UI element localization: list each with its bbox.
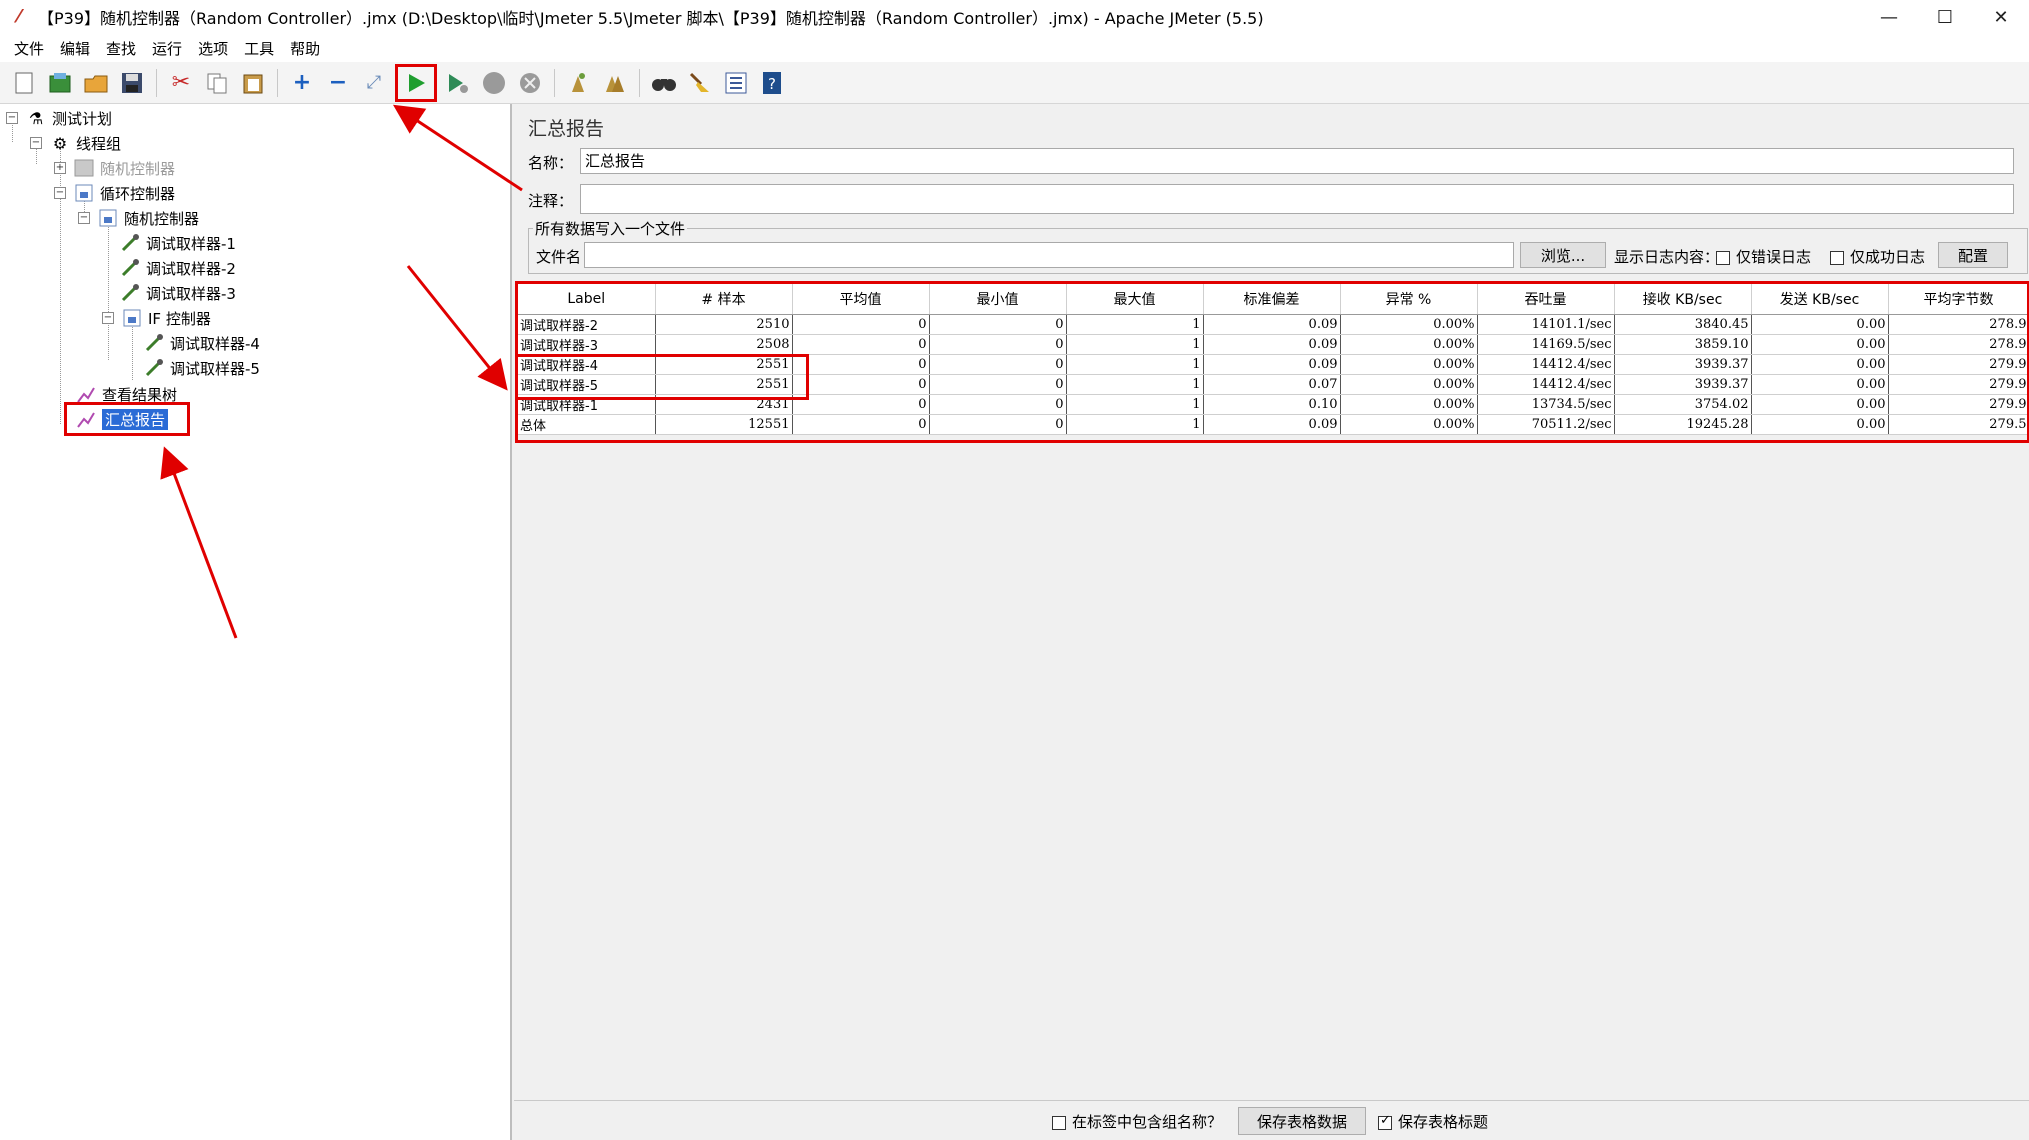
function-helper-icon[interactable] xyxy=(721,68,751,98)
toolbar-separator xyxy=(156,68,157,97)
save-table-header-checkbox[interactable] xyxy=(1378,1113,1392,1130)
name-label: 名称： xyxy=(528,154,574,172)
binoculars-icon[interactable] xyxy=(649,68,679,98)
svg-text:?: ? xyxy=(768,75,776,93)
annotation-box-samplers-4-5 xyxy=(515,354,809,400)
cut-icon[interactable]: ✂ xyxy=(166,68,196,98)
window-title: 【P39】随机控制器（Random Controller）.jmx (D:\De… xyxy=(38,9,1264,28)
tree-node-test-plan[interactable]: − ⚗ 测试计划 xyxy=(6,106,112,130)
tree-node-sampler-5[interactable]: 调试取样器-5 xyxy=(144,356,260,380)
menu-help[interactable]: 帮助 xyxy=(282,38,328,59)
save-table-header-option[interactable]: 保存表格标题 xyxy=(1378,1111,1488,1132)
clear-icon[interactable] xyxy=(564,68,594,98)
save-table-data-button[interactable]: 保存表格数据 xyxy=(1238,1107,1366,1135)
panel-title: 汇总报告 xyxy=(528,118,605,140)
tree-node-loop-controller[interactable]: − 循环控制器 xyxy=(54,181,175,205)
close-button[interactable]: ✕ xyxy=(1973,0,2029,34)
menu-tools[interactable]: 工具 xyxy=(236,38,282,59)
templates-icon[interactable] xyxy=(45,68,75,98)
help-icon[interactable]: ? xyxy=(757,68,787,98)
bottom-bar: 在标签中包含组名称？ 保存表格数据 保存表格标题 xyxy=(514,1100,2029,1140)
controller-icon xyxy=(74,183,94,203)
summary-report-panel: 汇总报告 名称： 汇总报告 注释： 所有数据写入一个文件 文件名 浏览... 显… xyxy=(514,104,2029,1140)
start-no-pauses-icon[interactable] xyxy=(443,68,473,98)
expand-all-icon[interactable]: + xyxy=(287,68,317,98)
pipette-icon xyxy=(120,283,140,303)
comment-label: 注释： xyxy=(528,192,574,210)
title-bar: ⁄ 【P39】随机控制器（Random Controller）.jmx (D:\… xyxy=(0,0,2029,34)
tree-node-sampler-3[interactable]: 调试取样器-3 xyxy=(120,281,236,305)
controller-icon xyxy=(98,208,118,228)
stop-icon[interactable] xyxy=(479,68,509,98)
pipette-icon xyxy=(144,333,164,353)
toggle-icon[interactable]: ⤢ xyxy=(359,68,389,98)
collapse-toggle-icon[interactable]: − xyxy=(30,137,42,149)
toolbar-separator xyxy=(639,68,640,97)
menu-options[interactable]: 选项 xyxy=(190,38,236,59)
new-file-icon[interactable] xyxy=(9,68,39,98)
pipette-icon xyxy=(120,258,140,278)
minimize-button[interactable]: — xyxy=(1861,0,1917,34)
controller-icon xyxy=(122,308,142,328)
annotation-box-summary-node xyxy=(64,402,190,436)
filename-field[interactable] xyxy=(584,242,1514,268)
menu-bar: 文件 编辑 查找 运行 选项 工具 帮助 xyxy=(0,34,2029,62)
comment-field[interactable] xyxy=(580,184,2014,214)
tree-node-sampler-2[interactable]: 调试取样器-2 xyxy=(120,256,236,280)
test-plan-tree: − ⚗ 测试计划 − ⚙ 线程组 + 随机控制器 − 循环控制器 − 随机控制器… xyxy=(0,104,512,1140)
success-only-option[interactable]: 仅成功日志 xyxy=(1830,246,1925,267)
flask-icon: ⚗ xyxy=(28,108,44,128)
maximize-button[interactable]: ☐ xyxy=(1917,0,1973,34)
errors-only-checkbox[interactable] xyxy=(1716,250,1730,265)
collapse-all-icon[interactable]: − xyxy=(323,68,353,98)
include-group-name-checkbox[interactable] xyxy=(1052,1115,1066,1130)
menu-edit[interactable]: 编辑 xyxy=(52,38,98,59)
gear-icon: ⚙ xyxy=(52,133,68,153)
tree-node-sampler-1[interactable]: 调试取样器-1 xyxy=(120,231,236,255)
shutdown-icon[interactable] xyxy=(515,68,545,98)
toolbar-separator xyxy=(554,68,555,97)
menu-file[interactable]: 文件 xyxy=(6,38,52,59)
filename-label: 文件名 xyxy=(536,248,582,266)
toolbar: ✂ + − ⤢ ? xyxy=(0,62,2029,104)
collapse-toggle-icon[interactable]: − xyxy=(6,112,18,124)
collapse-toggle-icon[interactable]: − xyxy=(54,187,66,199)
pipette-icon xyxy=(144,358,164,378)
open-folder-icon[interactable] xyxy=(81,68,111,98)
log-content-label: 显示日志内容： xyxy=(1614,248,1720,266)
results-table-container: Label # 样本 平均值 最小值 最大值 标准偏差 异常 % 吞吐量 接收 … xyxy=(515,281,2029,908)
tree-node-thread-group[interactable]: − ⚙ 线程组 xyxy=(30,131,121,155)
broom-icon[interactable] xyxy=(685,68,715,98)
tree-node-random-controller[interactable]: − 随机控制器 xyxy=(78,206,199,230)
jmeter-feather-icon: ⁄ xyxy=(17,6,21,27)
save-icon[interactable] xyxy=(117,68,147,98)
tree-node-random-controller-disabled[interactable]: + 随机控制器 xyxy=(54,156,175,180)
listener-chart-icon xyxy=(76,384,96,404)
start-run-icon[interactable] xyxy=(395,63,437,102)
collapse-toggle-icon[interactable]: − xyxy=(102,312,114,324)
toolbar-separator xyxy=(277,68,278,97)
tree-node-if-controller[interactable]: − IF 控制器 xyxy=(102,306,211,330)
include-group-name-option[interactable]: 在标签中包含组名称？ xyxy=(1052,1111,1222,1132)
file-group-legend: 所有数据写入一个文件 xyxy=(535,220,686,238)
clear-all-icon[interactable] xyxy=(600,68,630,98)
browse-button[interactable]: 浏览... xyxy=(1520,242,1606,268)
controller-icon xyxy=(74,158,94,178)
success-only-checkbox[interactable] xyxy=(1830,250,1844,265)
collapse-toggle-icon[interactable]: − xyxy=(78,212,90,224)
copy-icon[interactable] xyxy=(202,68,232,98)
tree-node-sampler-4[interactable]: 调试取样器-4 xyxy=(144,331,260,355)
menu-run[interactable]: 运行 xyxy=(144,38,190,59)
expand-toggle-icon[interactable]: + xyxy=(54,162,66,174)
configure-button[interactable]: 配置 xyxy=(1938,242,2008,268)
menu-search[interactable]: 查找 xyxy=(98,38,144,59)
name-field[interactable]: 汇总报告 xyxy=(580,148,2014,174)
paste-icon[interactable] xyxy=(238,68,268,98)
errors-only-option[interactable]: 仅错误日志 xyxy=(1716,246,1811,267)
pipette-icon xyxy=(120,233,140,253)
